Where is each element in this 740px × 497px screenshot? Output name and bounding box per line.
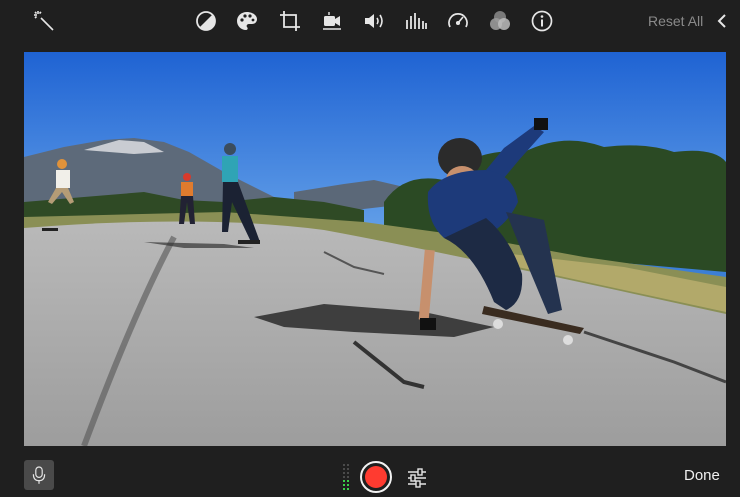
palette-icon[interactable]: [234, 8, 260, 34]
speed-icon[interactable]: [445, 8, 471, 34]
done-button[interactable]: Done: [684, 467, 720, 484]
recording-bar: Done: [0, 452, 740, 493]
filter-overlay-icon[interactable]: [487, 8, 513, 34]
stabilization-icon[interactable]: [319, 8, 345, 34]
info-icon[interactable]: [529, 8, 555, 34]
video-preview[interactable]: [24, 52, 726, 446]
color-balance-icon[interactable]: [193, 8, 219, 34]
microphone-icon: [32, 466, 46, 484]
chevron-left-icon[interactable]: [714, 10, 730, 32]
sliders-icon: [408, 468, 426, 488]
video-frame-image: [24, 52, 726, 446]
reset-all-button[interactable]: Reset All: [648, 13, 703, 29]
crop-icon[interactable]: [277, 8, 303, 34]
adjustment-toolbar: Reset All: [0, 0, 740, 44]
record-dot-icon: [365, 466, 387, 488]
voiceover-mic-button[interactable]: [24, 460, 54, 490]
equalizer-icon[interactable]: [403, 8, 429, 34]
volume-icon[interactable]: [361, 8, 387, 34]
record-button[interactable]: [360, 461, 392, 493]
audio-level-meter: [342, 464, 350, 492]
voiceover-options-button[interactable]: [406, 466, 428, 488]
magic-wand-icon[interactable]: [31, 8, 57, 34]
